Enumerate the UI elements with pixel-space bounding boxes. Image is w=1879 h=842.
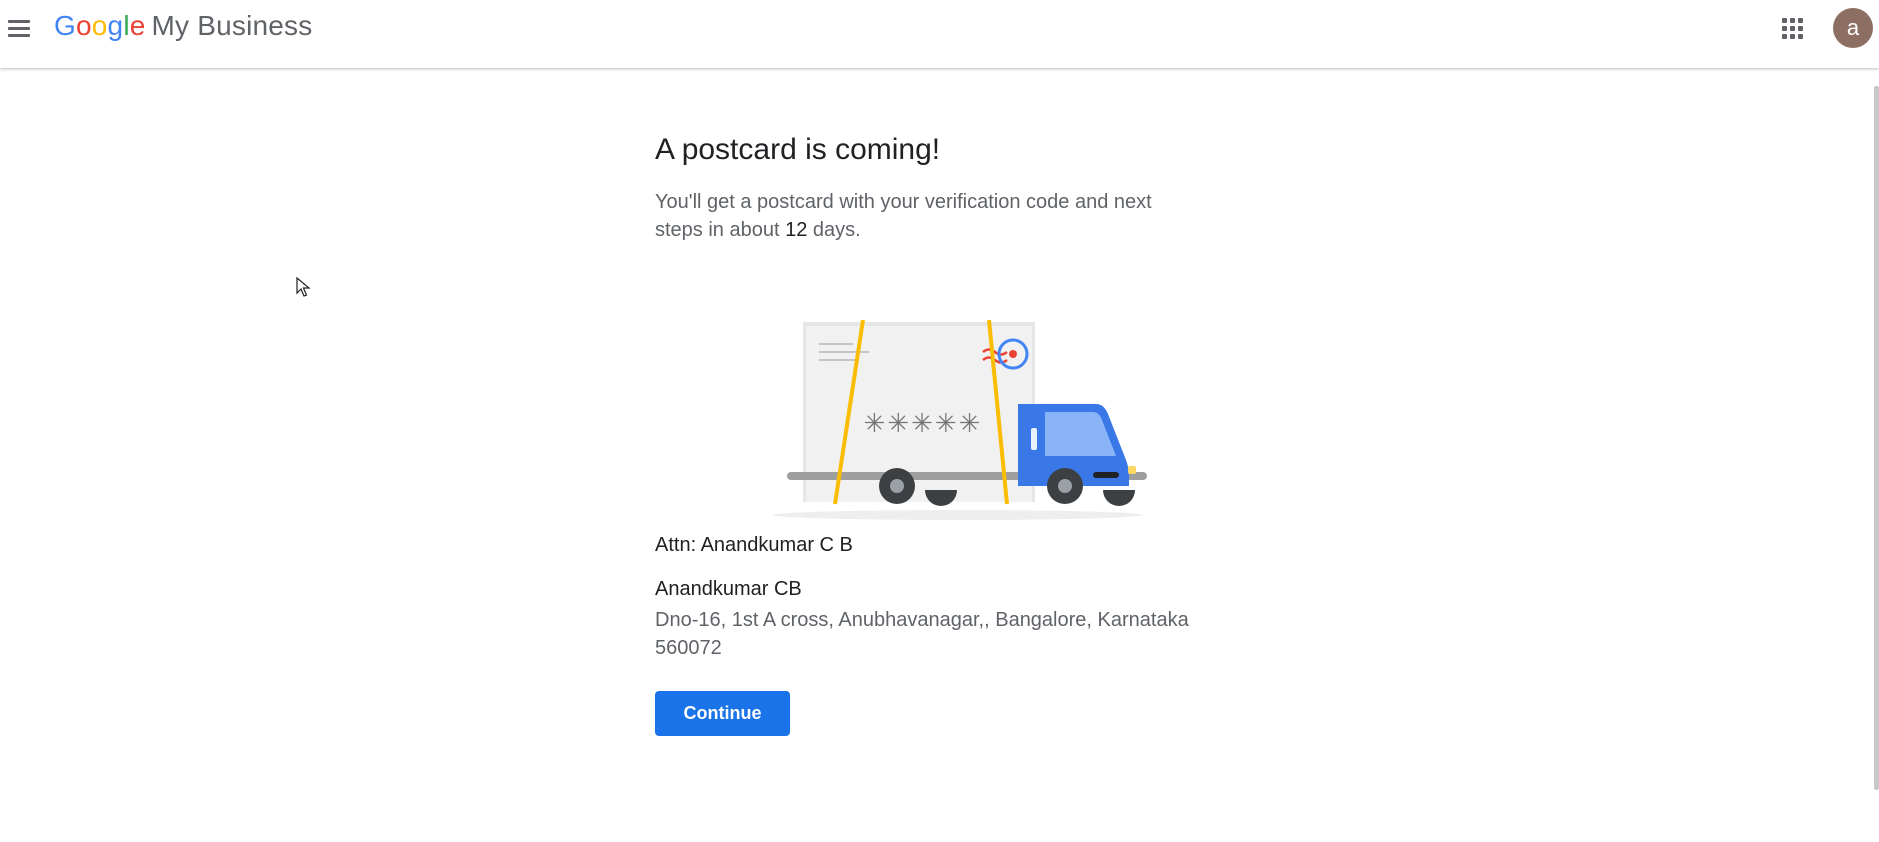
postcard-truck-illustration: ✳✳✳✳✳: [773, 319, 1147, 520]
logo-letter: g: [107, 10, 124, 41]
logo-letter: e: [129, 10, 146, 41]
continue-button[interactable]: Continue: [655, 691, 790, 736]
business-name: Anandkumar CB: [655, 578, 802, 600]
mouse-pointer-icon: [296, 277, 311, 297]
top-app-bar: Google My Business a: [0, 0, 1879, 68]
verification-panel: A postcard is coming! You'll get a postc…: [655, 130, 1215, 736]
account-avatar[interactable]: a: [1833, 8, 1873, 48]
delivery-days: 12: [785, 219, 808, 241]
attention-line: Attn: Anandkumar C B: [655, 534, 853, 556]
page-title: A postcard is coming!: [655, 133, 941, 166]
verification-code-placeholder: ✳✳✳✳✳: [864, 409, 983, 439]
logo-letter: o: [75, 10, 92, 41]
logo-letter: o: [91, 10, 108, 41]
apps-grid-icon[interactable]: [1782, 18, 1804, 40]
postcard-message-tail: days.: [807, 219, 861, 241]
logo-letter: G: [54, 10, 76, 41]
product-name: My Business: [151, 10, 313, 41]
menu-icon[interactable]: [8, 14, 32, 42]
avatar-initial: a: [1846, 15, 1860, 40]
postcard-message-lead: You'll get a postcard with your verifica…: [655, 191, 1152, 241]
google-my-business-logo[interactable]: Google My Business: [54, 10, 312, 48]
postcard-message: You'll get a postcard with your verifica…: [655, 188, 1195, 244]
page-scrollbar[interactable]: [1874, 86, 1879, 790]
business-address: Dno-16, 1st A cross, Anubhavanagar,, Ban…: [655, 609, 1189, 659]
